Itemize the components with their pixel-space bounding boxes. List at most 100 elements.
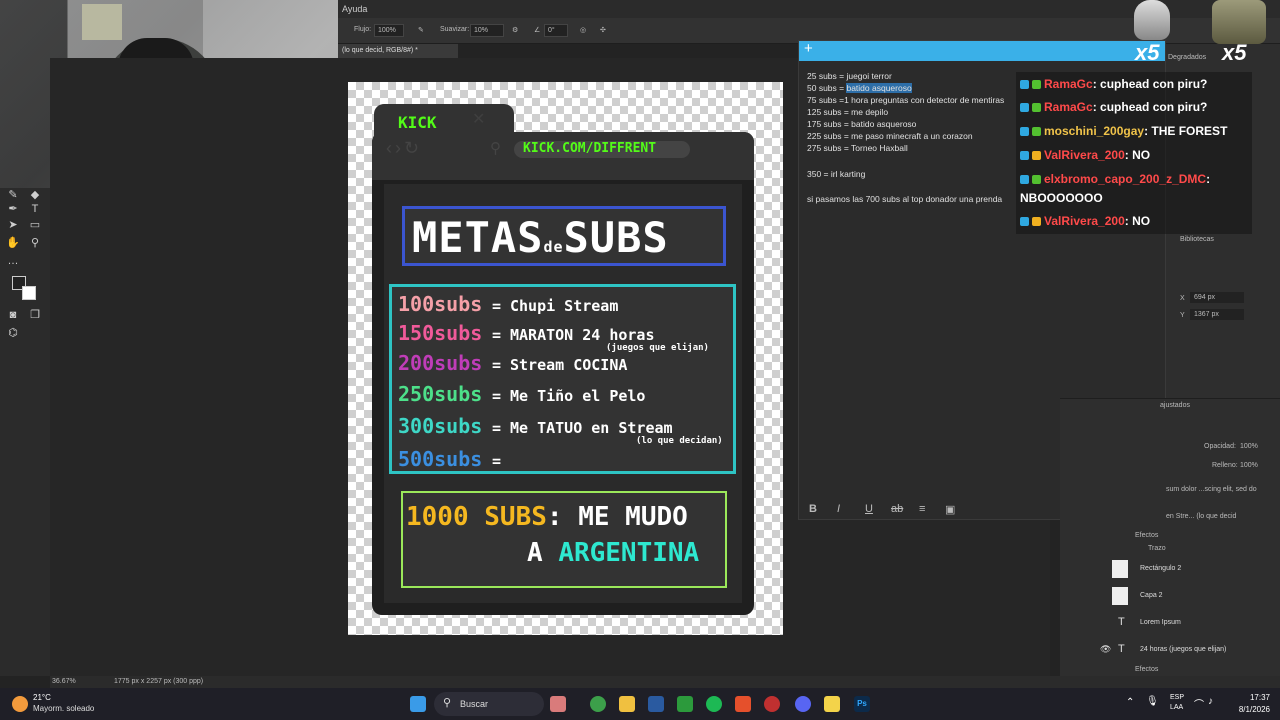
x-position-field[interactable]: 694 px bbox=[1190, 292, 1244, 303]
layer-partial[interactable]: en Stre... (lo que decid bbox=[1166, 513, 1236, 520]
flujo-field[interactable]: 100% bbox=[374, 24, 404, 37]
suavizar-field[interactable]: 10% bbox=[470, 24, 504, 37]
note-line[interactable]: 25 subs = juegoi terror bbox=[807, 71, 892, 81]
document-info[interactable]: 1775 px x 2257 px (300 ppp) bbox=[114, 678, 203, 685]
chat-username: elxbromo_capo_200_z_DMC bbox=[1044, 172, 1207, 186]
microphone-icon[interactable]: 🎙 bbox=[1146, 696, 1159, 707]
symmetry-icon[interactable]: ✣ bbox=[600, 26, 606, 34]
weather-icon[interactable] bbox=[12, 696, 28, 712]
blur-tool-icon[interactable]: ◆ bbox=[28, 188, 42, 202]
menu-ayuda[interactable]: Ayuda bbox=[342, 4, 367, 14]
badge-icon bbox=[1020, 103, 1029, 112]
pen-tool-icon[interactable]: ✒ bbox=[6, 202, 20, 216]
screen-mode-icon[interactable]: ❐ bbox=[28, 308, 42, 322]
clock-date[interactable]: 8/1/2026 bbox=[1222, 705, 1270, 714]
search-highlight-icon[interactable] bbox=[550, 696, 566, 712]
file-explorer-icon[interactable] bbox=[619, 696, 635, 712]
add-note-icon[interactable]: + bbox=[804, 40, 813, 57]
rectangle-tool-icon[interactable]: ▭ bbox=[28, 218, 42, 232]
spotify-icon[interactable] bbox=[706, 696, 722, 712]
goal-subs-count: 500subs bbox=[398, 447, 483, 471]
angle-field[interactable]: 0° bbox=[544, 24, 568, 37]
extra-tool-icon[interactable]: ⌬ bbox=[6, 326, 20, 340]
search-label[interactable]: Buscar bbox=[460, 699, 488, 709]
status-bar: 36.67% 1775 px x 2257 px (300 ppp) bbox=[50, 676, 1280, 688]
zoom-level[interactable]: 36.67% bbox=[52, 678, 76, 685]
visibility-eye-icon[interactable]: 👁 bbox=[1100, 644, 1111, 655]
chat-message: RamaGc: cuphead con piru? bbox=[1020, 100, 1207, 114]
network-icon[interactable]: ⌒ bbox=[1194, 696, 1204, 711]
y-position-field[interactable]: 1367 px bbox=[1190, 309, 1244, 320]
bibliotecas-tab[interactable]: Bibliotecas bbox=[1180, 236, 1214, 243]
chat-message: NBOOOOOOO bbox=[1020, 191, 1103, 205]
type-tool-icon[interactable]: T bbox=[28, 202, 42, 216]
goal-row: 250subs = Me Tiño el Pelo bbox=[398, 382, 645, 406]
zoom-tool-icon[interactable]: ⚲ bbox=[28, 236, 42, 250]
layer-item[interactable]: T Lorem Ipsum bbox=[1060, 610, 1270, 636]
note-line[interactable]: 275 subs = Torneo Haxball bbox=[807, 143, 908, 153]
language-indicator[interactable]: ESP bbox=[1170, 694, 1184, 701]
notes-header[interactable]: + bbox=[799, 40, 1165, 61]
chevron-up-icon[interactable]: ⌃ bbox=[1126, 697, 1134, 708]
obs-icon[interactable] bbox=[764, 696, 780, 712]
badge-icon bbox=[1032, 103, 1041, 112]
note-line[interactable]: 50 subs = batido asqueroso bbox=[807, 83, 912, 93]
volume-icon[interactable]: ♪ bbox=[1208, 696, 1213, 707]
photoshop-icon[interactable]: Ps bbox=[854, 696, 870, 712]
underline-icon[interactable]: U bbox=[865, 503, 873, 515]
brave-icon[interactable] bbox=[735, 696, 751, 712]
pressure-icon[interactable]: ◎ bbox=[580, 26, 586, 34]
weather-desc[interactable]: Mayorm. soleado bbox=[33, 704, 94, 713]
document-tab[interactable]: (lo que decid, RGB/8#) * bbox=[338, 44, 458, 58]
note-line[interactable]: 75 subs =1 hora preguntas con detector d… bbox=[807, 95, 1004, 105]
skull-emote-icon bbox=[1134, 0, 1170, 40]
chat-username: ValRivera_200 bbox=[1044, 214, 1125, 228]
windows-start-icon[interactable] bbox=[410, 696, 426, 712]
layer-item[interactable]: 👁 T 24 horas (juegos que elijan) bbox=[1060, 637, 1270, 663]
steam-icon[interactable] bbox=[648, 696, 664, 712]
discord-icon[interactable] bbox=[795, 696, 811, 712]
quick-mask-icon[interactable]: ◙ bbox=[6, 308, 20, 322]
path-select-icon[interactable]: ➤ bbox=[6, 218, 20, 232]
goal-subs-count: 300subs bbox=[398, 414, 483, 438]
chat-text: : NO bbox=[1124, 148, 1151, 162]
opacidad-value[interactable]: 100% bbox=[1240, 443, 1258, 450]
italic-icon[interactable]: I bbox=[837, 503, 840, 515]
note-line[interactable]: 175 subs = batido asqueroso bbox=[807, 119, 916, 129]
sticky-notes-icon[interactable] bbox=[824, 696, 840, 712]
layer-item[interactable]: Capa 2 bbox=[1060, 583, 1270, 609]
text-layer-icon: T bbox=[1118, 643, 1125, 655]
note-line[interactable]: 350 = irl karting bbox=[807, 169, 865, 179]
chat-text: : bbox=[1206, 172, 1211, 186]
tools-panel: ✎ ◆ ✒ T ➤ ▭ ✋ ⚲ … ◙ ❐ ⌬ bbox=[0, 188, 50, 676]
badge-icon bbox=[1020, 151, 1029, 160]
brush-tool-icon[interactable]: ✎ bbox=[6, 188, 20, 202]
page-title: METASdeSUBS bbox=[412, 213, 669, 262]
weather-temp[interactable]: 21°C bbox=[33, 693, 51, 702]
chat-message: elxbromo_capo_200_z_DMC: bbox=[1020, 172, 1210, 186]
layer-item[interactable]: Rectángulo 2 bbox=[1060, 556, 1270, 582]
note-line[interactable]: si pasamos las 700 subs al top donador u… bbox=[807, 194, 1002, 204]
background-color-swatch[interactable] bbox=[22, 286, 36, 300]
image-icon[interactable]: ▣ bbox=[945, 503, 955, 516]
chat-username: ValRivera_200 bbox=[1044, 148, 1125, 162]
chat-text: : cuphead con piru? bbox=[1092, 100, 1208, 114]
note-line[interactable]: 125 subs = me depilo bbox=[807, 107, 888, 117]
tab-close-icon: ✕ bbox=[472, 111, 486, 128]
strikethrough-icon[interactable]: ab bbox=[891, 503, 903, 515]
relleno-value[interactable]: 100% bbox=[1240, 462, 1258, 469]
more-tools-icon[interactable]: … bbox=[6, 254, 20, 268]
degradados-tab[interactable]: Degradados bbox=[1168, 54, 1206, 61]
clock-time[interactable]: 17:37 bbox=[1232, 693, 1270, 702]
chrome-icon[interactable] bbox=[590, 696, 606, 712]
keyboard-layout[interactable]: LAA bbox=[1170, 704, 1183, 711]
chat-text: NBOOOOOOO bbox=[1020, 191, 1103, 205]
list-icon[interactable]: ≡ bbox=[919, 503, 925, 515]
hand-tool-icon[interactable]: ✋ bbox=[6, 236, 20, 250]
note-line[interactable]: 225 subs = me paso minecraft a un corazo… bbox=[807, 131, 973, 141]
gear-icon[interactable]: ⚙ bbox=[512, 26, 518, 34]
brush-icon[interactable]: ✎ bbox=[418, 26, 424, 34]
ajustados-label: ajustados bbox=[1160, 402, 1190, 409]
bold-icon[interactable]: B bbox=[809, 503, 817, 515]
xbox-icon[interactable] bbox=[677, 696, 693, 712]
